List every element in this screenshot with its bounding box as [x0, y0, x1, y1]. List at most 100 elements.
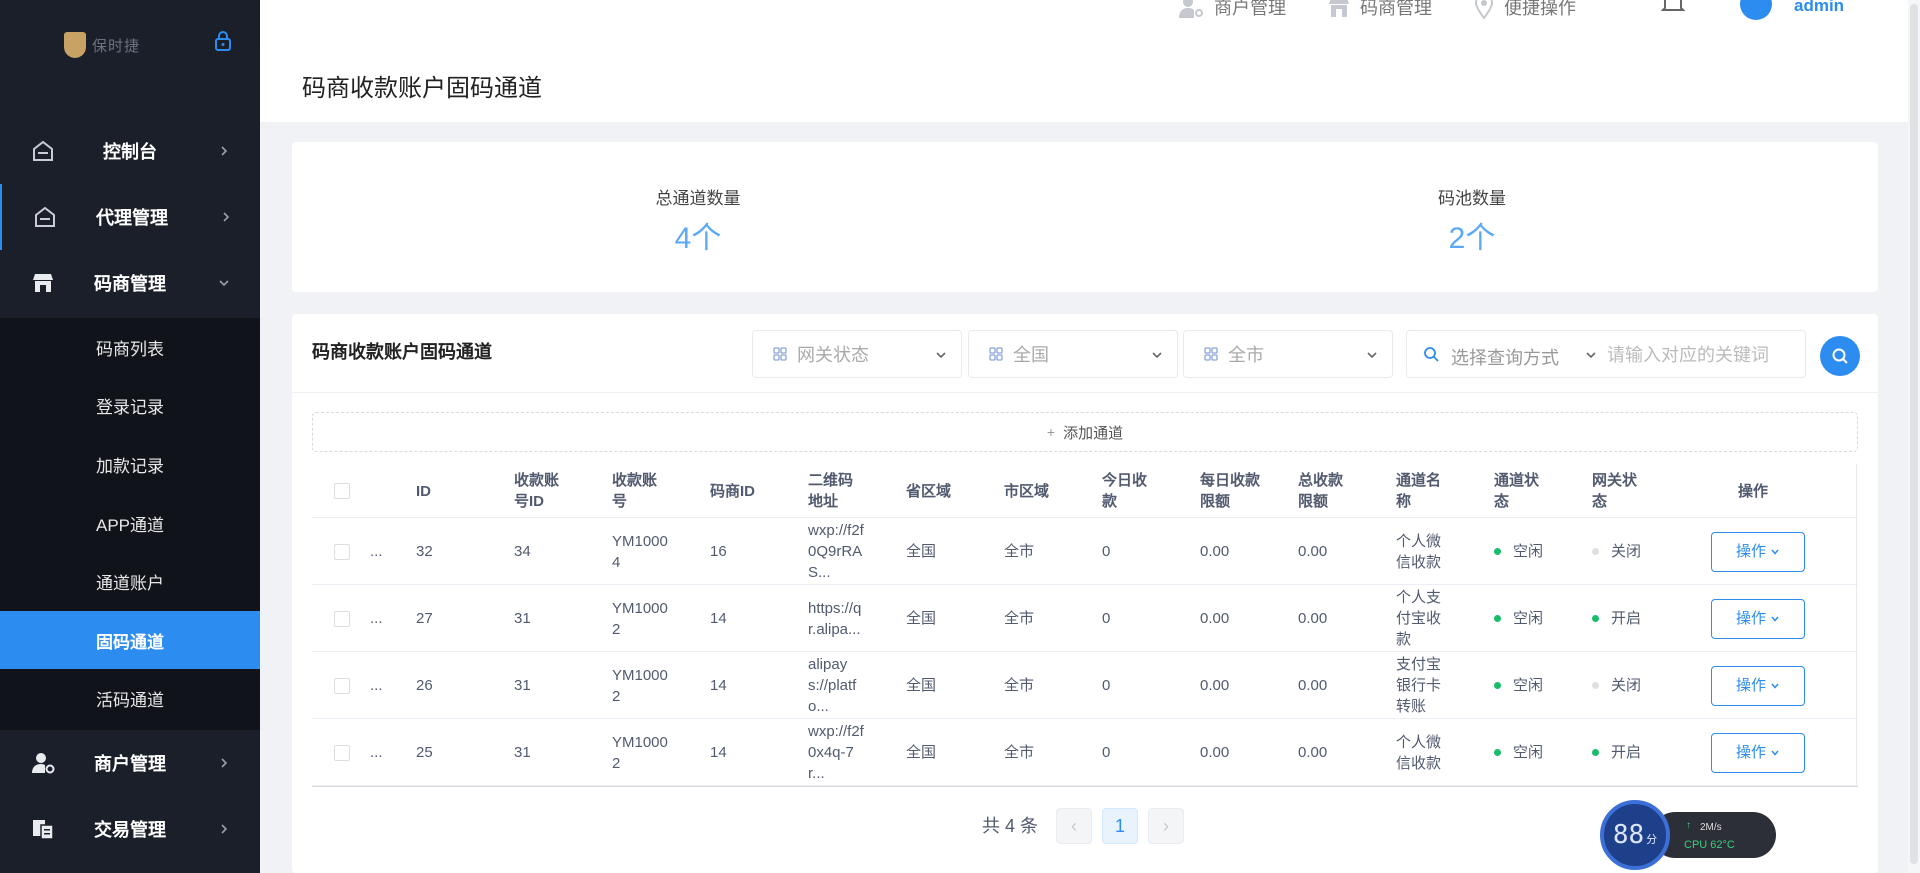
- submenu-item-deposit-log[interactable]: 加款记录: [0, 435, 260, 493]
- sidebar-item-transactions[interactable]: 交易管理: [0, 796, 260, 862]
- bell-icon[interactable]: [1660, 0, 1686, 14]
- username[interactable]: admin: [1794, 0, 1844, 16]
- header-merchant-management[interactable]: 商户管理: [1178, 0, 1286, 20]
- header-code-merchant-management[interactable]: 码商管理: [1328, 0, 1432, 20]
- sidebar: 保时捷 控制台 代理管理 码商管理 码商列表 登录记录 加款记录 APP通道 通…: [0, 0, 260, 873]
- channel-status-text: 空闲: [1513, 610, 1544, 627]
- sidebar-item-merchants[interactable]: 商户管理: [0, 730, 260, 796]
- stats-card: 总通道数量 4个 码池数量 2个: [292, 142, 1878, 292]
- cell-qr-address: alipays://platfo...: [808, 656, 857, 715]
- pagination-prev-button[interactable]: ‹: [1056, 808, 1092, 844]
- table-right-border: [1856, 464, 1857, 786]
- search-box: 选择查询方式: [1406, 330, 1806, 378]
- operations-dropdown-button[interactable]: 操作: [1711, 665, 1805, 706]
- row-expand[interactable]: ...: [370, 518, 383, 585]
- col-account-no: 收款账号: [612, 472, 658, 510]
- search-input[interactable]: [1607, 339, 1802, 371]
- cell-gateway-status: 开启: [1592, 719, 1641, 786]
- row-expand[interactable]: ...: [370, 719, 383, 786]
- cell-daily-limit: 0.00: [1200, 543, 1230, 560]
- cell-channel-status: 空闲: [1494, 719, 1543, 786]
- gateway-status-select[interactable]: 网关状态: [752, 330, 962, 378]
- col-channel-name: 通道名称: [1396, 472, 1442, 510]
- row-checkbox[interactable]: [334, 677, 350, 694]
- cell-today-received: 0: [1102, 543, 1111, 560]
- stat-total-channels: 总通道数量 4个: [598, 184, 798, 257]
- gateway-status-text: 关闭: [1611, 677, 1642, 694]
- sidebar-item-agents[interactable]: 代理管理: [0, 184, 260, 250]
- cell-channel-name: 个人支付宝收款: [1396, 589, 1442, 648]
- cell-total-limit: 0.00: [1298, 610, 1328, 627]
- pagination-next-button[interactable]: ›: [1148, 808, 1184, 844]
- cell-total-limit: 0.00: [1298, 543, 1328, 560]
- logo-area: 保时捷: [0, 0, 260, 90]
- operations-dropdown-button[interactable]: 操作: [1711, 531, 1805, 572]
- cell-account-id: 31: [514, 610, 531, 627]
- table-row: ... 27 31 YM10002 14 https://qr.alipa...…: [312, 585, 1858, 652]
- search-type-select[interactable]: 选择查询方式: [1451, 344, 1559, 370]
- submenu-item-live-code-channel[interactable]: 活码通道: [0, 669, 260, 727]
- table-row: ... 25 31 YM10002 14 wxp://f2f0x4q-7r...…: [312, 719, 1858, 786]
- cell-total-limit: 0.00: [1298, 677, 1328, 694]
- cell-account-no: YM10004: [612, 532, 668, 571]
- gateway-status-text: 开启: [1611, 610, 1642, 627]
- stat-value: 2个: [1448, 222, 1496, 255]
- page-title-bar: 码商收款账户固码通道: [260, 42, 1920, 122]
- cell-province: 全国: [906, 744, 937, 761]
- search-button[interactable]: [1820, 336, 1860, 376]
- row-expand[interactable]: ...: [370, 652, 383, 719]
- channel-status-text: 空闲: [1513, 677, 1544, 694]
- cell-province: 全国: [906, 677, 937, 694]
- select-all-checkbox[interactable]: [334, 483, 350, 499]
- submenu-item-channel-account[interactable]: 通道账户: [0, 552, 260, 610]
- sidebar-item-dashboard[interactable]: 控制台: [0, 118, 260, 184]
- op-label: 操作: [1735, 744, 1766, 761]
- chevron-down-icon: [1771, 549, 1779, 555]
- operations-dropdown-button[interactable]: 操作: [1711, 598, 1805, 639]
- chevron-right-icon: [223, 212, 230, 222]
- cell-total-limit: 0.00: [1298, 744, 1328, 761]
- status-dot: [1494, 682, 1501, 689]
- submenu-item-merchant-list[interactable]: 码商列表: [0, 318, 260, 376]
- province-select[interactable]: 全国: [968, 330, 1178, 378]
- cell-daily-limit: 0.00: [1200, 610, 1230, 627]
- monitor-cpu-temp: CPU 62°C: [1684, 839, 1735, 851]
- header-quick-actions[interactable]: 便捷操作: [1474, 0, 1576, 20]
- cell-city: 全市: [1004, 610, 1035, 627]
- op-label: 操作: [1735, 610, 1766, 627]
- col-gateway-status: 网关状态: [1592, 472, 1638, 510]
- col-total-limit: 总收款限额: [1298, 472, 1344, 510]
- cell-daily-limit: 0.00: [1200, 744, 1230, 761]
- sidebar-item-code-merchants[interactable]: 码商管理: [0, 250, 260, 316]
- status-dot: [1494, 749, 1501, 756]
- pagination-total: 共 4 条: [982, 816, 1039, 836]
- submenu-item-fixed-code-channel[interactable]: 固码通道: [0, 611, 260, 669]
- page-title: 码商收款账户固码通道: [302, 75, 542, 102]
- city-select[interactable]: 全市: [1183, 330, 1393, 378]
- pagination-page-button[interactable]: 1: [1102, 808, 1138, 844]
- cell-daily-limit: 0.00: [1200, 677, 1230, 694]
- avatar[interactable]: [1740, 0, 1772, 20]
- lock-icon[interactable]: [214, 31, 232, 51]
- status-dot: [1494, 615, 1501, 622]
- stat-label: 总通道数量: [655, 189, 741, 208]
- status-dot: [1592, 615, 1599, 622]
- row-checkbox[interactable]: [334, 744, 350, 761]
- col-channel-status: 通道状态: [1494, 472, 1540, 510]
- operations-dropdown-button[interactable]: 操作: [1711, 732, 1805, 773]
- system-monitor-widget[interactable]: 88 分 ↑ 2M/s CPU 62°C: [1600, 798, 1778, 870]
- chevron-down-icon: [1771, 683, 1779, 689]
- submenu-item-app-channel[interactable]: APP通道: [0, 494, 260, 552]
- header-quick-label: 便捷操作: [1504, 0, 1576, 18]
- row-checkbox[interactable]: [334, 543, 350, 560]
- page-scrollbar[interactable]: [1908, 0, 1920, 873]
- row-expand[interactable]: ...: [370, 585, 383, 652]
- add-channel-button[interactable]: + 添加通道: [312, 412, 1858, 452]
- channel-list-card: 码商收款账户固码通道 网关状态 全国 全市 选择查询方式 + 添加通道 ID 收…: [292, 314, 1878, 873]
- scrollbar-thumb[interactable]: [1910, 4, 1918, 864]
- status-dot: [1592, 548, 1599, 555]
- table-header: ID 收款账号ID 收款账号 码商ID 二维码地址 省区域 市区域 今日收款 每…: [312, 464, 1858, 518]
- submenu-item-login-log[interactable]: 登录记录: [0, 376, 260, 434]
- province-value: 全国: [1013, 345, 1049, 365]
- row-checkbox[interactable]: [334, 610, 350, 627]
